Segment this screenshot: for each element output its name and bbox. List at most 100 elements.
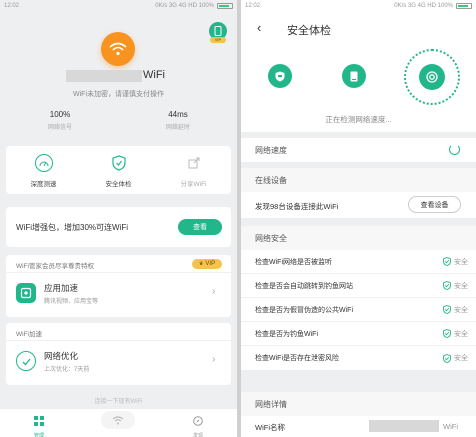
app-boost-title: 应用加速 [44,283,79,293]
status-network: 0K/s 3G 4G HD 100% [155,3,214,9]
security-check-row: 检查是否为假冒伪造的公共WiFi 安全 [241,298,476,322]
view-devices-button[interactable]: 查看设备 [408,196,461,213]
latency-stat: 44ms 网络延时 [158,110,198,131]
tool-label: 安全体检 [105,181,132,188]
shield-ok-icon [443,329,451,338]
wifi-icon [112,415,124,424]
security-warning: WiFi未加密，请谨慎支付操作 [73,91,164,98]
security-check-row: 检查是否会自动跳转到钓鱼网站 安全 [241,274,476,298]
bottom-hint: 连接一下现有WiFi [94,399,143,405]
loading-spinner-icon [449,144,460,155]
tools-card: 深度测速 安全体检 分享WiFi [6,146,231,194]
speed-row: 网络速度 [241,138,476,162]
vip-badge-text: VIP [205,261,216,267]
network-security-header: 网络安全 [241,226,476,250]
app-boost-item[interactable]: 应用加速 腾讯视频、应用宝等 › [6,273,231,317]
wifi-name-row: WiFi名称 WiFi [241,416,476,437]
battery-icon [217,3,233,9]
nav-label: 管理 [33,433,44,437]
crown-icon: ♛ [198,261,204,267]
check-status-text: 安全 [454,282,468,290]
check-status: 安全 [443,305,468,315]
speed-scan-icon [419,64,445,90]
check-status-text: 安全 [454,306,468,314]
online-devices-text: 发现98台设备连接此WiFi [255,202,339,211]
chevron-right-icon: › [212,286,216,297]
boost-view-button[interactable]: 查看 [178,219,222,235]
vip-entry[interactable]: VIP [208,22,228,44]
device-scan-icon [342,64,366,88]
boost-text: WiFi增强包，增加30%可连WiFi [16,223,128,232]
status-bar: 12:02 0K/s 3G 4G HD 100% [0,0,237,12]
security-check-row: 检查是否为钓鱼WiFi 安全 [241,322,476,346]
check-status: 安全 [443,353,468,363]
check-status: 安全 [443,281,468,291]
nav-manage[interactable]: 管理 [24,413,54,437]
speed-label: 网络速度 [255,146,287,155]
grid-icon [34,416,44,426]
wifi-name-suffix: WiFi [143,69,165,81]
chevron-right-icon: › [212,354,216,365]
check-status-text: 安全 [454,330,468,338]
optimize-subtitle: 上次优化：7天前 [44,367,90,373]
shield-scan-icon [268,64,292,88]
vip-card-title: WiFi管家会员尽享尊贵特权 [16,263,94,270]
signal-stat: 100% 网络信号 [40,110,80,131]
online-devices-row: 发现98台设备连接此WiFi 查看设备 [241,192,476,218]
check-text: 检查是否为钓鱼WiFi [255,330,318,338]
check-text: 检查WiFi网络是否被监听 [255,258,332,266]
latency-label: 网络延时 [165,125,190,131]
home-screen: 12:02 0K/s 3G 4G HD 100% VIP WiFi WiFi未加… [0,0,237,437]
wifi-status-icon[interactable] [101,32,135,66]
app-boost-icon [16,283,36,303]
back-icon[interactable]: ‹ [257,20,261,35]
optimize-title: 网络优化 [44,351,79,361]
tool-share-wifi[interactable]: 分享WiFi [171,154,216,188]
status-bar: 12:02 0K/s 3G 4G HD 100% [241,0,476,12]
optimize-icon [16,351,36,371]
compass-icon [193,416,203,426]
nav-wifi[interactable] [101,411,135,429]
online-devices-header: 在线设备 [241,168,476,192]
wifi-name-suffix: WiFi [443,422,458,431]
vip-badge: VIP [210,37,226,43]
speed-card-title: WiFi加速 [16,331,42,338]
app-boost-subtitle: 腾讯视频、应用宝等 [44,299,99,305]
nav-discover[interactable]: 发现 [183,413,213,437]
wifi-name-redacted [369,420,439,432]
page-title: 安全体检 [287,25,331,37]
tool-security-check[interactable]: 安全体检 [96,154,141,188]
check-status-text: 安全 [454,258,468,266]
shield-check-icon [110,154,128,172]
tool-label: 深度测速 [30,181,57,188]
status-network: 0K/s 3G 4G HD 100% [394,3,453,9]
boost-card[interactable]: WiFi增强包，增加30%可连WiFi 查看 [6,207,231,247]
network-optimize-item[interactable]: 网络优化 上次优化：7天前 › [6,341,231,385]
scan-status-text: 正在检测网络速度... [325,115,392,124]
nav-label: 发现 [192,433,203,437]
signal-value: 100% [49,110,71,119]
signal-label: 网络信号 [47,125,72,131]
wifi-name-label: WiFi名称 [255,423,285,432]
check-text: 检查是否为假冒伪造的公共WiFi [255,306,353,314]
shield-ok-icon [443,305,451,314]
share-icon [185,154,203,172]
check-status: 安全 [443,257,468,267]
shield-ok-icon [443,281,451,290]
speedometer-icon [34,154,53,172]
status-time: 12:02 [4,3,20,9]
status-time: 12:02 [245,3,261,9]
scan-header: ‹ 安全体检 正在检测网络速度... [241,12,476,132]
check-text: 检查WiFi是否存在泄密风险 [255,355,339,362]
security-check-row: 检查WiFi网络是否被监听 安全 [241,250,476,274]
wifi-speed-card: WiFi加速 网络优化 上次优化：7天前 › [6,323,231,385]
wifi-name-redacted [66,70,142,82]
battery-icon [456,3,472,9]
shield-ok-icon [443,257,451,266]
tool-speed-test[interactable]: 深度测速 [21,154,66,188]
security-check-screen: 12:02 0K/s 3G 4G HD 100% ‹ 安全体检 正在检测网络速度… [241,0,476,437]
latency-value: 44ms [168,110,188,119]
check-status: 安全 [443,329,468,339]
check-text: 检查是否会自动跳转到钓鱼网站 [255,282,353,290]
vip-card: WiFi管家会员尽享尊贵特权 ♛ VIP 应用加速 腾讯视频、应用宝等 › [6,255,231,317]
